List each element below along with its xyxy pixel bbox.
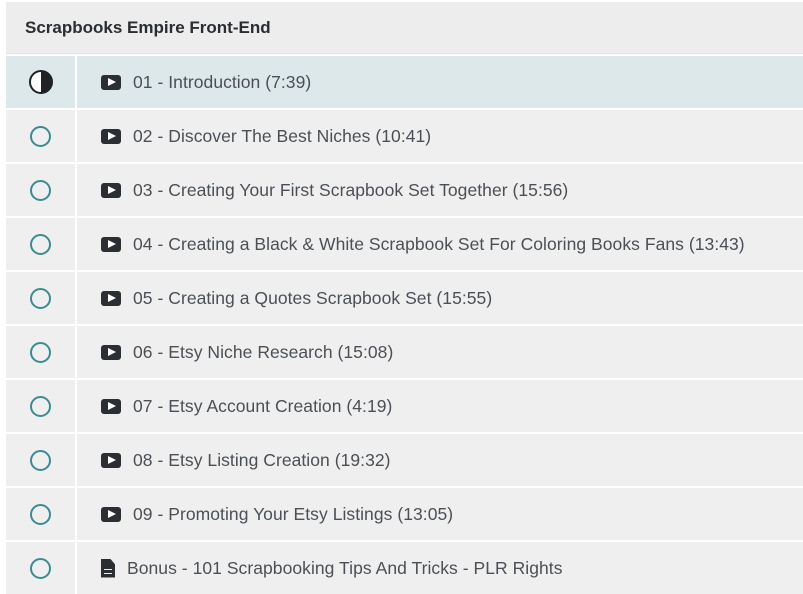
course-section-panel: Scrapbooks Empire Front-End 01 - Introdu… bbox=[6, 2, 803, 594]
play-icon bbox=[101, 452, 121, 468]
lesson-title: 05 - Creating a Quotes Scrapbook Set (15… bbox=[133, 287, 493, 308]
play-icon bbox=[101, 398, 121, 414]
lesson-status bbox=[6, 164, 77, 216]
empty-circle-icon bbox=[30, 395, 51, 417]
lesson-row[interactable]: 09 - Promoting Your Etsy Listings (13:05… bbox=[6, 486, 803, 540]
play-icon bbox=[101, 344, 121, 360]
lesson-row[interactable]: 07 - Etsy Account Creation (4:19) bbox=[6, 378, 803, 432]
lesson-status bbox=[6, 326, 77, 378]
lesson-status bbox=[6, 56, 77, 108]
empty-circle-icon bbox=[30, 503, 51, 525]
lesson-row[interactable]: 08 - Etsy Listing Creation (19:32) bbox=[6, 432, 803, 486]
section-title: Scrapbooks Empire Front-End bbox=[25, 17, 271, 37]
document-icon bbox=[101, 558, 115, 578]
lesson-status bbox=[6, 488, 77, 540]
play-icon bbox=[101, 128, 121, 144]
empty-circle-icon bbox=[30, 449, 51, 471]
play-icon bbox=[101, 290, 121, 306]
lesson-title: 09 - Promoting Your Etsy Listings (13:05… bbox=[133, 503, 454, 524]
half-circle-icon bbox=[28, 70, 53, 94]
lesson-title: 08 - Etsy Listing Creation (19:32) bbox=[133, 449, 391, 470]
lesson-title: 06 - Etsy Niche Research (15:08) bbox=[133, 341, 394, 362]
lesson-title: 02 - Discover The Best Niches (10:41) bbox=[133, 125, 432, 146]
lesson-title: 04 - Creating a Black & White Scrapbook … bbox=[133, 233, 745, 254]
play-icon bbox=[101, 236, 121, 252]
empty-circle-icon bbox=[30, 179, 51, 201]
lesson-row[interactable]: Bonus - 101 Scrapbooking Tips And Tricks… bbox=[6, 540, 803, 594]
empty-circle-icon bbox=[30, 287, 51, 309]
lesson-status bbox=[6, 110, 77, 162]
empty-circle-icon bbox=[30, 233, 51, 255]
lesson-title: 07 - Etsy Account Creation (4:19) bbox=[133, 395, 393, 416]
lesson-status bbox=[6, 272, 77, 324]
lesson-title: Bonus - 101 Scrapbooking Tips And Tricks… bbox=[127, 557, 563, 578]
empty-circle-icon bbox=[30, 341, 51, 363]
play-icon bbox=[101, 74, 121, 90]
lesson-row[interactable]: 03 - Creating Your First Scrapbook Set T… bbox=[6, 162, 803, 216]
play-icon bbox=[101, 182, 121, 198]
lesson-title: 01 - Introduction (7:39) bbox=[133, 71, 312, 92]
lesson-status bbox=[6, 218, 77, 270]
lesson-status bbox=[6, 542, 77, 594]
lesson-row[interactable]: 05 - Creating a Quotes Scrapbook Set (15… bbox=[6, 270, 803, 324]
lesson-status bbox=[6, 380, 77, 432]
lesson-row[interactable]: 04 - Creating a Black & White Scrapbook … bbox=[6, 216, 803, 270]
lesson-row[interactable]: 06 - Etsy Niche Research (15:08) bbox=[6, 324, 803, 378]
empty-circle-icon bbox=[30, 125, 51, 147]
lesson-title: 03 - Creating Your First Scrapbook Set T… bbox=[133, 179, 569, 200]
lesson-row[interactable]: 01 - Introduction (7:39) bbox=[6, 54, 803, 108]
lesson-row[interactable]: 02 - Discover The Best Niches (10:41) bbox=[6, 108, 803, 162]
lesson-status bbox=[6, 434, 77, 486]
play-icon bbox=[101, 506, 121, 522]
section-header: Scrapbooks Empire Front-End bbox=[6, 2, 803, 54]
empty-circle-icon bbox=[30, 557, 51, 579]
